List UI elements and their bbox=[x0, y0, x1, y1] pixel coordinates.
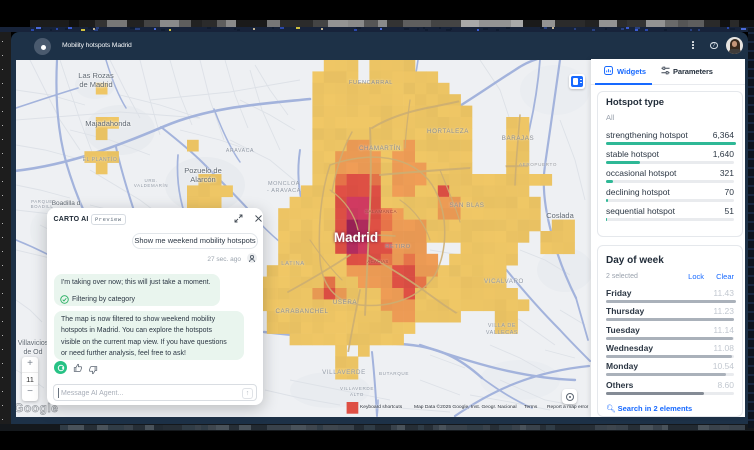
svg-text:Alarcón: Alarcón bbox=[190, 175, 215, 184]
svg-text:Villavicios: Villavicios bbox=[18, 340, 49, 347]
svg-text:EL PLANTÍO: EL PLANTÍO bbox=[83, 156, 118, 163]
svg-text:SALAMANCA: SALAMANCA bbox=[365, 209, 397, 214]
svg-text:AEROPUERTO: AEROPUERTO bbox=[519, 162, 557, 167]
svg-text:Boadilla d: Boadilla d bbox=[52, 200, 81, 207]
svg-text:MONCLOA: MONCLOA bbox=[268, 181, 300, 187]
svg-text:de Od: de Od bbox=[23, 349, 42, 356]
svg-text:Majadahonda: Majadahonda bbox=[85, 119, 131, 128]
svg-text:Coslada: Coslada bbox=[546, 211, 574, 220]
svg-text:BUTARQUE: BUTARQUE bbox=[379, 371, 409, 376]
svg-text:Las Rozas: Las Rozas bbox=[78, 71, 114, 80]
svg-text:VICALVARO: VICALVARO bbox=[484, 278, 524, 285]
svg-text:RETIRO: RETIRO bbox=[385, 244, 411, 250]
svg-text:BARAJAS: BARAJAS bbox=[502, 135, 534, 142]
svg-text:CHAMARTÍN: CHAMARTÍN bbox=[359, 145, 401, 152]
svg-text:ACACIAS: ACACIAS bbox=[367, 259, 388, 264]
svg-text:VILLAVERDE: VILLAVERDE bbox=[322, 369, 366, 376]
svg-text:USERA: USERA bbox=[333, 299, 358, 306]
svg-text:Pozuelo de: Pozuelo de bbox=[184, 166, 222, 175]
svg-text:Madrid: Madrid bbox=[334, 230, 378, 245]
svg-text:HORTALEZA: HORTALEZA bbox=[427, 128, 469, 135]
svg-text:ARAVACA: ARAVACA bbox=[226, 148, 254, 154]
svg-text:VILLA DE: VILLA DE bbox=[488, 323, 516, 329]
svg-text:- ARAVACA: - ARAVACA bbox=[267, 188, 301, 194]
svg-text:FUENCARRAL: FUENCARRAL bbox=[349, 80, 393, 86]
svg-text:VALLECAS: VALLECAS bbox=[486, 330, 518, 336]
svg-text:de Madrid: de Madrid bbox=[79, 80, 112, 89]
svg-text:LATINA: LATINA bbox=[281, 261, 304, 267]
svg-text:VILLAVERDE: VILLAVERDE bbox=[340, 386, 374, 391]
svg-text:SAN BLAS: SAN BLAS bbox=[449, 202, 484, 209]
svg-text:ALTO: ALTO bbox=[350, 392, 364, 397]
svg-text:VALDEMARÍN: VALDEMARÍN bbox=[134, 183, 168, 188]
svg-text:CARABANCHEL: CARABANCHEL bbox=[275, 308, 328, 315]
